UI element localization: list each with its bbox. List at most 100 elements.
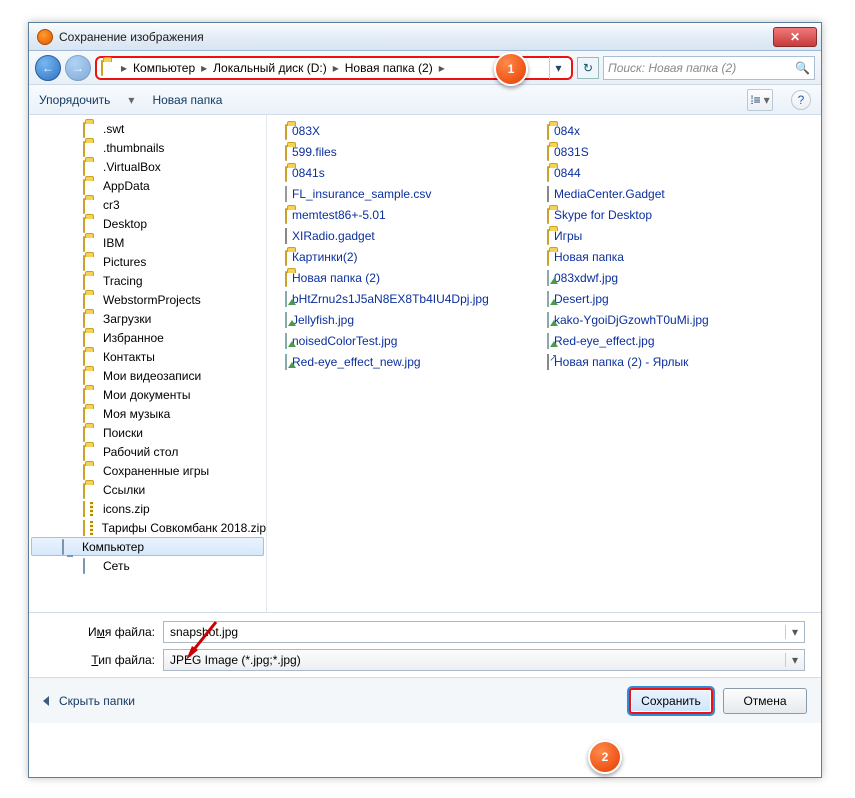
chevron-right-icon[interactable]: ▸ (331, 61, 341, 75)
list-item[interactable]: Jellyfish.jpg (285, 310, 517, 330)
folder-tree[interactable]: .swt.thumbnails .VirtualBox AppDatacr3Desk… (29, 115, 267, 612)
list-item[interactable]: Red-eye_effect_new.jpg (285, 352, 517, 372)
list-item[interactable]: XIRadio.gadget (285, 226, 517, 246)
list-item[interactable]: Игры (547, 226, 779, 246)
close-button[interactable]: ✕ (773, 27, 817, 47)
tree-node[interactable]: .VirtualBox (29, 157, 266, 176)
view-options-button[interactable]: ⁞≡ ▾ (747, 89, 773, 111)
folder-icon (83, 236, 99, 249)
folder-icon (285, 124, 287, 138)
tree-node-label: .VirtualBox (103, 160, 161, 174)
tree-node[interactable]: WebstormProjects (29, 290, 266, 309)
list-item[interactable]: Desert.jpg (547, 289, 779, 309)
list-item-label: FL_insurance_sample.csv (292, 187, 431, 201)
tree-node[interactable]: Моя музыка (29, 404, 266, 423)
zip-icon (83, 521, 98, 534)
tree-node[interactable]: Мои видеозаписи (29, 366, 266, 385)
list-item[interactable]: Новая папка (2) (285, 268, 517, 288)
disclosure-triangle-icon[interactable] (43, 696, 49, 706)
list-item-label: XIRadio.gadget (292, 229, 375, 243)
filetype-dropdown[interactable]: ▾ (785, 653, 798, 667)
tree-node[interactable]: .thumbnails (29, 138, 266, 157)
chevron-right-icon[interactable]: ▸ (119, 61, 129, 75)
list-item[interactable]: FL_insurance_sample.csv (285, 184, 517, 204)
tree-node[interactable]: Избранное (29, 328, 266, 347)
list-item[interactable]: MediaCenter.Gadget (547, 184, 779, 204)
folder-icon (547, 250, 549, 264)
list-item[interactable]: 0844 (547, 163, 779, 183)
list-item[interactable]: bHtZrnu2s1J5aN8EX8Tb4IU4Dpj.jpg (285, 289, 517, 309)
list-item[interactable]: 0831S (547, 142, 779, 162)
image-icon (285, 313, 287, 327)
nav-back-button[interactable]: ← (35, 55, 61, 81)
tree-node[interactable]: AppData (29, 176, 266, 195)
list-item-label: Новая папка (554, 250, 624, 264)
tree-node[interactable]: Тарифы Совкомбанк 2018.zip (29, 518, 266, 537)
chevron-right-icon[interactable]: ▸ (437, 61, 447, 75)
list-item[interactable]: kako-YgoiDjGzowhT0uMi.jpg (547, 310, 779, 330)
folder-icon (285, 250, 287, 264)
file-listing[interactable]: 083X599.files0841s FL_insurance_sample.cs… (267, 115, 821, 612)
titlebar[interactable]: Сохранение изображения ✕ (29, 23, 821, 51)
filetype-combo[interactable]: JPEG Image (*.jpg;*.jpg) ▾ (163, 649, 805, 671)
tree-node-label: Поиски (103, 426, 143, 440)
list-item[interactable]: 083xdwf.jpg (547, 268, 779, 288)
crumb-drive[interactable]: Локальный диск (D:) (211, 61, 329, 75)
list-item[interactable]: 0841s (285, 163, 517, 183)
help-button[interactable]: ? (791, 90, 811, 110)
tree-node[interactable]: Компьютер (31, 537, 264, 556)
list-item[interactable]: Skype for Desktop (547, 205, 779, 225)
save-button[interactable]: Сохранить (629, 688, 713, 714)
list-item[interactable]: memtest86+-5.01 (285, 205, 517, 225)
hide-folders-link[interactable]: Скрыть папки (59, 694, 135, 708)
tree-node[interactable]: Desktop (29, 214, 266, 233)
crumb-computer[interactable]: Компьютер (131, 61, 197, 75)
search-input[interactable]: Поиск: Новая папка (2) 🔍 (603, 56, 815, 80)
tree-node[interactable]: Загрузки (29, 309, 266, 328)
tree-node[interactable]: IBM (29, 233, 266, 252)
new-folder-button[interactable]: Новая папка (152, 93, 222, 107)
folder-icon (83, 293, 99, 306)
list-item[interactable]: Новая папка (2) - Ярлык (547, 352, 779, 372)
breadcrumb-dropdown[interactable]: ▾ (549, 57, 567, 79)
tree-node[interactable]: cr3 (29, 195, 266, 214)
tree-node[interactable]: Поиски (29, 423, 266, 442)
cancel-button[interactable]: Отмена (723, 688, 807, 714)
tree-node[interactable]: Контакты (29, 347, 266, 366)
list-item-label: Desert.jpg (554, 292, 609, 306)
list-item-label: Картинки(2) (292, 250, 358, 264)
list-item-label: Red-eye_effect_new.jpg (292, 355, 421, 369)
filename-input[interactable]: snapshot.jpg ▾ (163, 621, 805, 643)
tree-node-label: IBM (103, 236, 124, 250)
tree-node-label: Рабочий стол (103, 445, 178, 459)
tree-node[interactable]: Сохраненные игры (29, 461, 266, 480)
tree-node[interactable]: Tracing (29, 271, 266, 290)
tree-node[interactable]: icons.zip (29, 499, 266, 518)
folder-icon (83, 445, 99, 458)
list-item[interactable]: Новая папка (547, 247, 779, 267)
tree-node[interactable]: Сеть (29, 556, 266, 575)
list-item-label: 084x (554, 124, 580, 138)
folder-icon (83, 426, 99, 439)
list-item[interactable]: noisedColorTest.jpg (285, 331, 517, 351)
folder-icon (547, 208, 549, 222)
list-item[interactable]: Картинки(2) (285, 247, 517, 267)
organize-menu[interactable]: Упорядочить (39, 93, 110, 107)
tree-node[interactable]: Ссылки (29, 480, 266, 499)
refresh-button[interactable]: ↻ (577, 57, 599, 79)
tree-node[interactable]: Рабочий стол (29, 442, 266, 461)
list-item[interactable]: Red-eye_effect.jpg (547, 331, 779, 351)
tree-node[interactable]: Pictures (29, 252, 266, 271)
network-icon (83, 559, 99, 572)
nav-forward-button[interactable]: → (65, 55, 91, 81)
close-icon: ✕ (790, 30, 800, 44)
list-item[interactable]: 083X (285, 121, 517, 141)
folder-icon (83, 217, 99, 230)
filename-history-dropdown[interactable]: ▾ (785, 625, 798, 639)
chevron-right-icon[interactable]: ▸ (199, 61, 209, 75)
list-item[interactable]: 084x (547, 121, 779, 141)
tree-node[interactable]: Мои документы (29, 385, 266, 404)
crumb-folder[interactable]: Новая папка (2) (343, 61, 435, 75)
tree-node[interactable]: .swt (29, 119, 266, 138)
list-item[interactable]: 599.files (285, 142, 517, 162)
